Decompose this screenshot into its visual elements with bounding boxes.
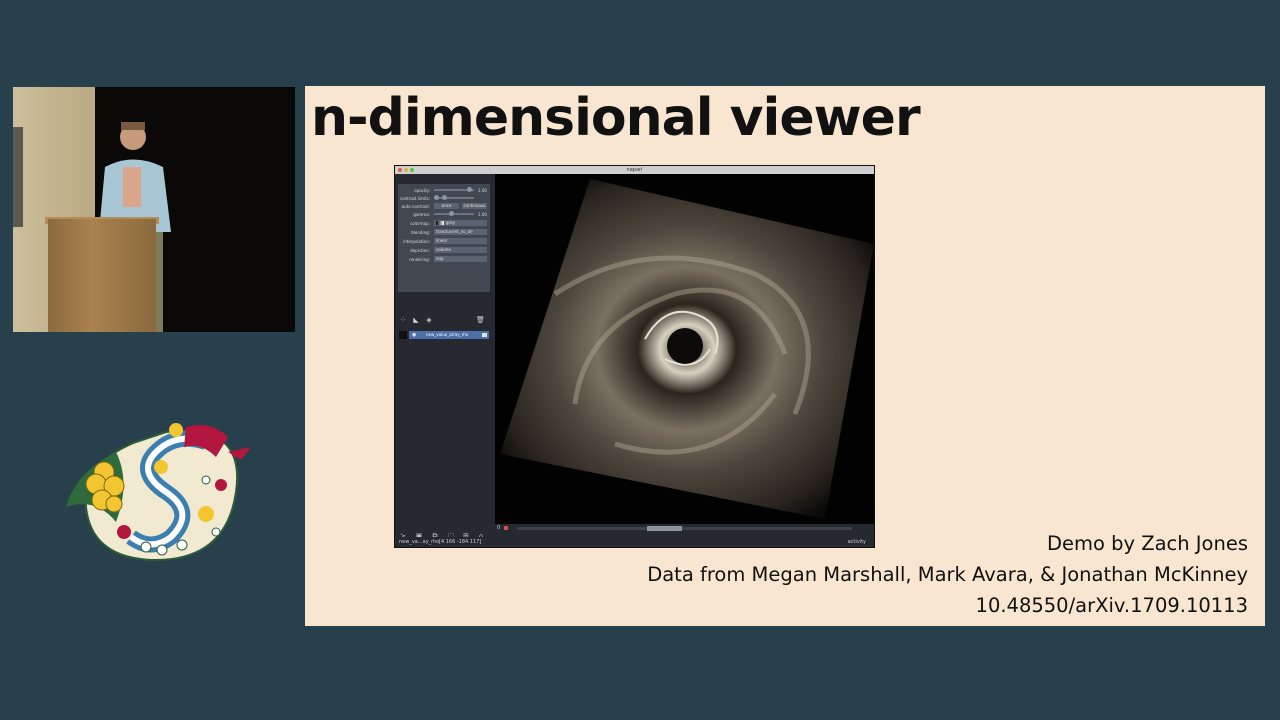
window — [13, 127, 23, 227]
window-titlebar[interactable]: napari — [395, 166, 874, 174]
colormap-row: colormap: gray — [398, 219, 490, 227]
opacity-slider[interactable] — [434, 187, 474, 192]
viewer-canvas[interactable] — [495, 174, 874, 524]
window-title: napari — [626, 167, 643, 173]
napari-window: napari opacity: 1.00 contrast limits: au… — [394, 165, 875, 548]
contrast-max-handle[interactable] — [442, 195, 447, 200]
eye-icon[interactable]: ◉ — [412, 331, 416, 339]
interpolation-row: interpolation: linear — [398, 237, 490, 245]
rendering-select[interactable]: mip — [434, 256, 487, 262]
layer-buttons: ⁘ ◣ ◈ 🗑 — [398, 314, 490, 326]
colormap-swatch — [436, 221, 444, 225]
slide-title: n-dimensional viewer — [311, 88, 921, 148]
new-points-layer-icon[interactable]: ⁘ — [399, 316, 407, 324]
depiction-select[interactable]: volume — [434, 247, 487, 253]
continuous-button[interactable]: continuous — [462, 203, 487, 209]
gamma-label: gamma: — [413, 212, 430, 217]
status-coordinates: [4 166 -184 117] — [439, 539, 482, 545]
blending-row: blending: translucent_no_de — [398, 228, 490, 236]
rendering-row: rendering: mip — [398, 255, 490, 263]
layer-item[interactable]: ◉ new_value_array_rho — [409, 331, 489, 339]
layer-type-icon — [482, 333, 487, 337]
credit-doi: 10.48550/arXiv.1709.10113 — [975, 594, 1248, 617]
auto-contrast-row: auto-contrast: once continuous — [398, 202, 490, 210]
contrast-min-handle[interactable] — [434, 195, 439, 200]
credit-demo: Demo by Zach Jones — [1046, 532, 1248, 555]
opacity-value: 1.00 — [478, 188, 487, 193]
layer-controls: opacity: 1.00 contrast limits: auto-cont… — [398, 184, 490, 292]
contrast-limits-slider[interactable] — [434, 195, 474, 200]
auto-contrast-label: auto-contrast: — [401, 204, 430, 209]
depiction-label: depiction: — [410, 248, 430, 253]
speaker-video — [13, 87, 295, 332]
status-layer: new_va...ay_rho — [399, 539, 440, 545]
gamma-value: 1.00 — [478, 212, 487, 217]
slide-credits: Demo by Zach Jones Data from Megan Marsh… — [647, 528, 1248, 621]
opacity-row: opacity: 1.00 — [398, 186, 490, 194]
gamma-slider[interactable] — [434, 211, 474, 216]
gamma-row: gamma: 1.00 — [398, 210, 490, 218]
colormap-select[interactable]: gray — [434, 220, 487, 226]
new-labels-layer-icon[interactable]: ◈ — [425, 316, 433, 324]
minimize-icon[interactable] — [404, 168, 408, 172]
blending-label: blending: — [411, 230, 430, 235]
blending-select[interactable]: translucent_no_de — [434, 229, 487, 235]
layer-list: ◉ new_value_array_rho — [398, 328, 490, 523]
close-icon[interactable] — [398, 168, 402, 172]
volume-render — [500, 179, 874, 519]
presentation-slide: n-dimensional viewer napari opacity: 1.0… — [305, 86, 1265, 626]
opacity-slider-handle[interactable] — [467, 187, 473, 192]
gamma-slider-handle[interactable] — [449, 211, 454, 216]
colormap-label: colormap: — [409, 221, 430, 226]
layer-name: new_value_array_rho — [426, 332, 469, 337]
interpolation-select[interactable]: linear — [434, 238, 487, 244]
conference-logo — [66, 423, 251, 562]
new-shapes-layer-icon[interactable]: ◣ — [412, 316, 420, 324]
play-button[interactable] — [504, 526, 508, 530]
rendering-label: rendering: — [409, 257, 430, 262]
contrast-row: contrast limits: — [398, 194, 490, 202]
delete-layer-icon[interactable]: 🗑 — [476, 316, 485, 324]
colormap-value: gray — [446, 220, 456, 225]
layer-thumbnail — [399, 331, 407, 339]
contrast-limits-label: contrast limits: — [400, 196, 430, 201]
interpolation-label: interpolation: — [403, 239, 430, 244]
axis-label: 0 — [497, 525, 501, 531]
podium — [48, 219, 156, 332]
maximize-icon[interactable] — [410, 168, 414, 172]
layer-controls-panel: opacity: 1.00 contrast limits: auto-cont… — [395, 174, 493, 547]
once-button[interactable]: once — [434, 203, 459, 209]
credit-data: Data from Megan Marshall, Mark Avara, & … — [647, 563, 1248, 586]
depiction-row: depiction: volume — [398, 246, 490, 254]
opacity-label: opacity: — [414, 188, 430, 193]
